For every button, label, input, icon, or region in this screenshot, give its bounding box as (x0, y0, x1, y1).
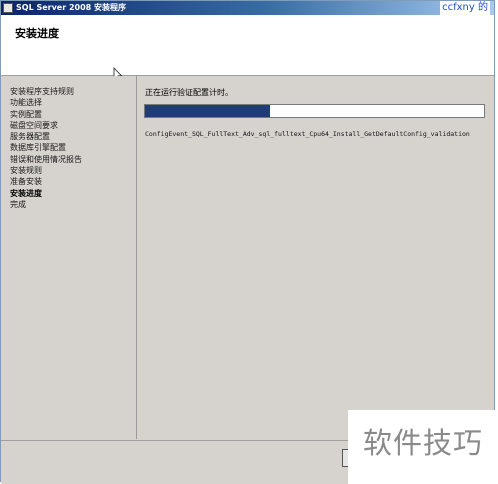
app-icon (3, 3, 13, 13)
sidebar-item: 功能选择 (10, 98, 42, 108)
brand-watermark: ccfxny 的 (440, 1, 490, 15)
progress-fill (145, 105, 271, 117)
page-header: 安装进度 (1, 15, 494, 81)
sidebar-item: 数据库引擎配置 (10, 143, 66, 153)
sidebar-item: 安装程序支持规则 (10, 87, 74, 96)
sidebar-item: 安装进度 (10, 188, 42, 198)
sidebar-item: 安装规则 (10, 166, 42, 176)
sidebar-item: 磁盘空间要求 (10, 120, 58, 130)
status-text: 正在运行验证配置计时。 (145, 88, 233, 97)
sidebar-item: 准备安装 (10, 177, 42, 187)
title-bar[interactable]: SQL Server 2008 安装程序 ccfxny 的 (1, 1, 494, 15)
sidebar-item: 错误和使用情况报告 (10, 154, 82, 164)
page-title: 安装进度 (15, 27, 59, 40)
sidebar-list: 安装程序支持规则 功能选择 实例配置 磁盘空间要求 服务器配置 数据库引擎配置 错误和使用情… (3, 76, 136, 210)
main-content: 正在运行验证配置计时。 ConfigEvent_SQL_FullText_Adv… (138, 76, 492, 439)
sidebar-item: 完成 (10, 199, 26, 209)
sidebar-item: 服务器配置 (10, 132, 50, 142)
log-line: ConfigEvent_SQL_FullText_Adv_sql_fulltex… (145, 130, 470, 138)
progress-bar (144, 104, 485, 118)
window-title: SQL Server 2008 安装程序 (16, 3, 126, 12)
sidebar: 安装程序支持规则 功能选择 实例配置 磁盘空间要求 服务器配置 数据库引擎配置 错误和使用情… (3, 76, 137, 439)
watermark-text: 软件技巧 (348, 410, 498, 484)
sidebar-item: 实例配置 (10, 109, 42, 119)
